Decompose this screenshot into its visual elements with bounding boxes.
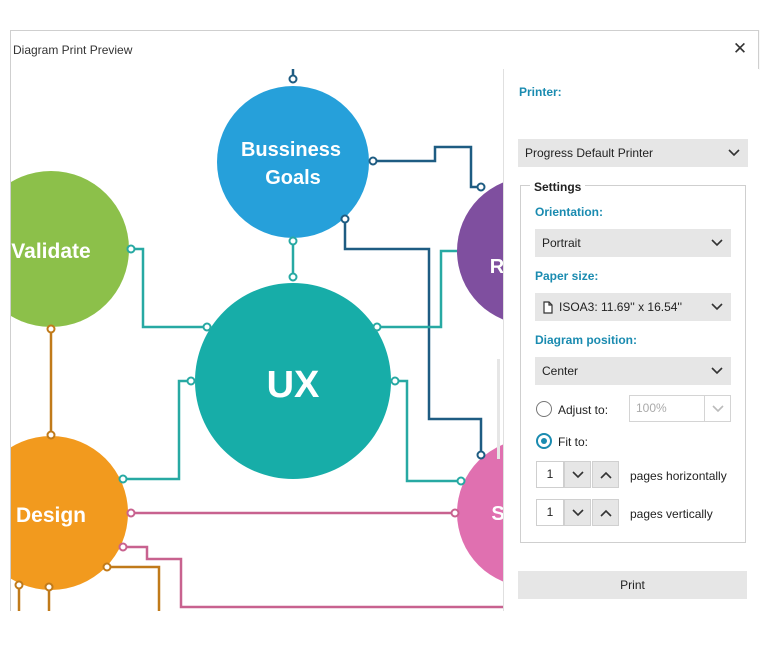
port-goals-bottom — [288, 236, 298, 246]
chevron-up-icon — [599, 509, 612, 517]
connector-ux-design — [123, 379, 191, 481]
port-support-top — [476, 450, 486, 460]
settings-title: Settings — [530, 180, 586, 194]
print-settings-panel: Printer: Progress Default Printer Settin… — [503, 69, 759, 611]
orientation-label: Orientation: — [535, 205, 603, 219]
port-goals-top — [288, 74, 298, 84]
pages-vertically-stepper[interactable]: 1 — [536, 499, 620, 526]
diagram-position-label: Diagram position: — [535, 333, 638, 347]
port-design-lower-right — [118, 542, 128, 552]
node-ux-text: UX — [267, 364, 320, 406]
dialog-titlebar: Diagram Print Preview ✕ — [11, 31, 758, 69]
adjust-to-percent-value: 100% — [636, 401, 667, 415]
decrement-button[interactable] — [564, 461, 591, 488]
port-support-left-upper — [456, 476, 466, 486]
diagram-preview[interactable]: Bussiness Goals UX Validate Design R S — [11, 69, 503, 611]
chevron-down-icon — [704, 396, 730, 421]
printer-label: Printer: — [519, 85, 562, 99]
paper-size-select-value: ISOA3: 11.69'' x 16.54'' — [559, 300, 683, 314]
orientation-select[interactable]: Portrait — [535, 229, 731, 257]
pages-horizontally-value[interactable]: 1 — [536, 461, 564, 488]
increment-button[interactable] — [592, 499, 619, 526]
print-button[interactable]: Print — [518, 571, 747, 599]
pages-vertically-value[interactable]: 1 — [536, 499, 564, 526]
chevron-up-icon — [599, 471, 612, 479]
adjust-to-percent-select[interactable]: 100% — [629, 395, 731, 422]
port-design-upper-right — [118, 474, 128, 484]
dialog-title: Diagram Print Preview — [13, 43, 133, 57]
port-design-bottom — [44, 582, 54, 592]
orientation-select-value: Portrait — [542, 236, 581, 250]
print-preview-dialog: Diagram Print Preview ✕ Bussiness Goals … — [10, 30, 759, 611]
printer-select[interactable]: Progress Default Printer — [518, 139, 748, 167]
pages-horizontally-label: pages horizontally — [630, 469, 727, 483]
preview-scroll-indicator[interactable] — [497, 359, 500, 459]
printer-select-value: Progress Default Printer — [525, 146, 654, 160]
connector-design-bottom — [123, 545, 503, 609]
chevron-down-icon — [571, 509, 584, 517]
connector-design-brown-1 — [107, 565, 161, 611]
port-design-right — [126, 508, 136, 518]
decrement-button[interactable] — [564, 499, 591, 526]
chevron-down-icon — [571, 471, 584, 479]
diagram-canvas: Bussiness Goals UX Validate Design R S — [11, 69, 503, 611]
port-design-bottom-left — [14, 580, 24, 590]
adjust-to-label: Adjust to: — [558, 403, 609, 417]
port-research-top — [476, 182, 486, 192]
fit-to-radio[interactable] — [536, 433, 552, 449]
node-research-partial[interactable] — [457, 177, 503, 325]
increment-button[interactable] — [592, 461, 619, 488]
connector-validate-ux — [131, 247, 207, 329]
chevron-down-icon — [711, 293, 723, 311]
close-icon[interactable]: ✕ — [730, 39, 750, 59]
fit-to-label: Fit to: — [558, 435, 589, 449]
port-validate-right — [126, 244, 136, 254]
port-ux-right — [390, 376, 400, 386]
port-design-bottom-right — [102, 562, 112, 572]
port-goals-lower-right — [340, 214, 350, 224]
port-goals-right — [368, 156, 378, 166]
pages-horizontally-stepper[interactable]: 1 — [536, 461, 620, 488]
port-ux-left-upper — [202, 322, 212, 332]
port-support-left — [450, 508, 460, 518]
adjust-to-radio[interactable] — [536, 401, 552, 417]
connector-goals-research — [373, 145, 481, 189]
node-support-text: S — [491, 503, 503, 525]
paper-size-select[interactable]: ISOA3: 11.69'' x 16.54'' — [535, 293, 731, 321]
node-validate-text: Validate — [11, 240, 90, 263]
node-goals-text-2: Goals — [265, 167, 321, 189]
paper-size-label: Paper size: — [535, 269, 599, 283]
diagram-position-select[interactable]: Center — [535, 357, 731, 385]
node-research-text: R — [490, 256, 503, 278]
node-goals-text-1: Bussiness — [241, 139, 341, 161]
port-validate-bottom — [46, 324, 56, 334]
document-icon — [543, 301, 553, 314]
port-ux-right-upper — [372, 322, 382, 332]
port-design-top — [46, 430, 56, 440]
port-ux-left — [186, 376, 196, 386]
pages-vertically-label: pages vertically — [630, 507, 713, 521]
node-design-text: Design — [16, 504, 86, 527]
port-ux-top — [288, 272, 298, 282]
diagram-position-select-value: Center — [542, 364, 579, 378]
chevron-down-icon — [711, 229, 723, 247]
chevron-down-icon — [711, 357, 723, 375]
chevron-down-icon — [728, 139, 740, 157]
